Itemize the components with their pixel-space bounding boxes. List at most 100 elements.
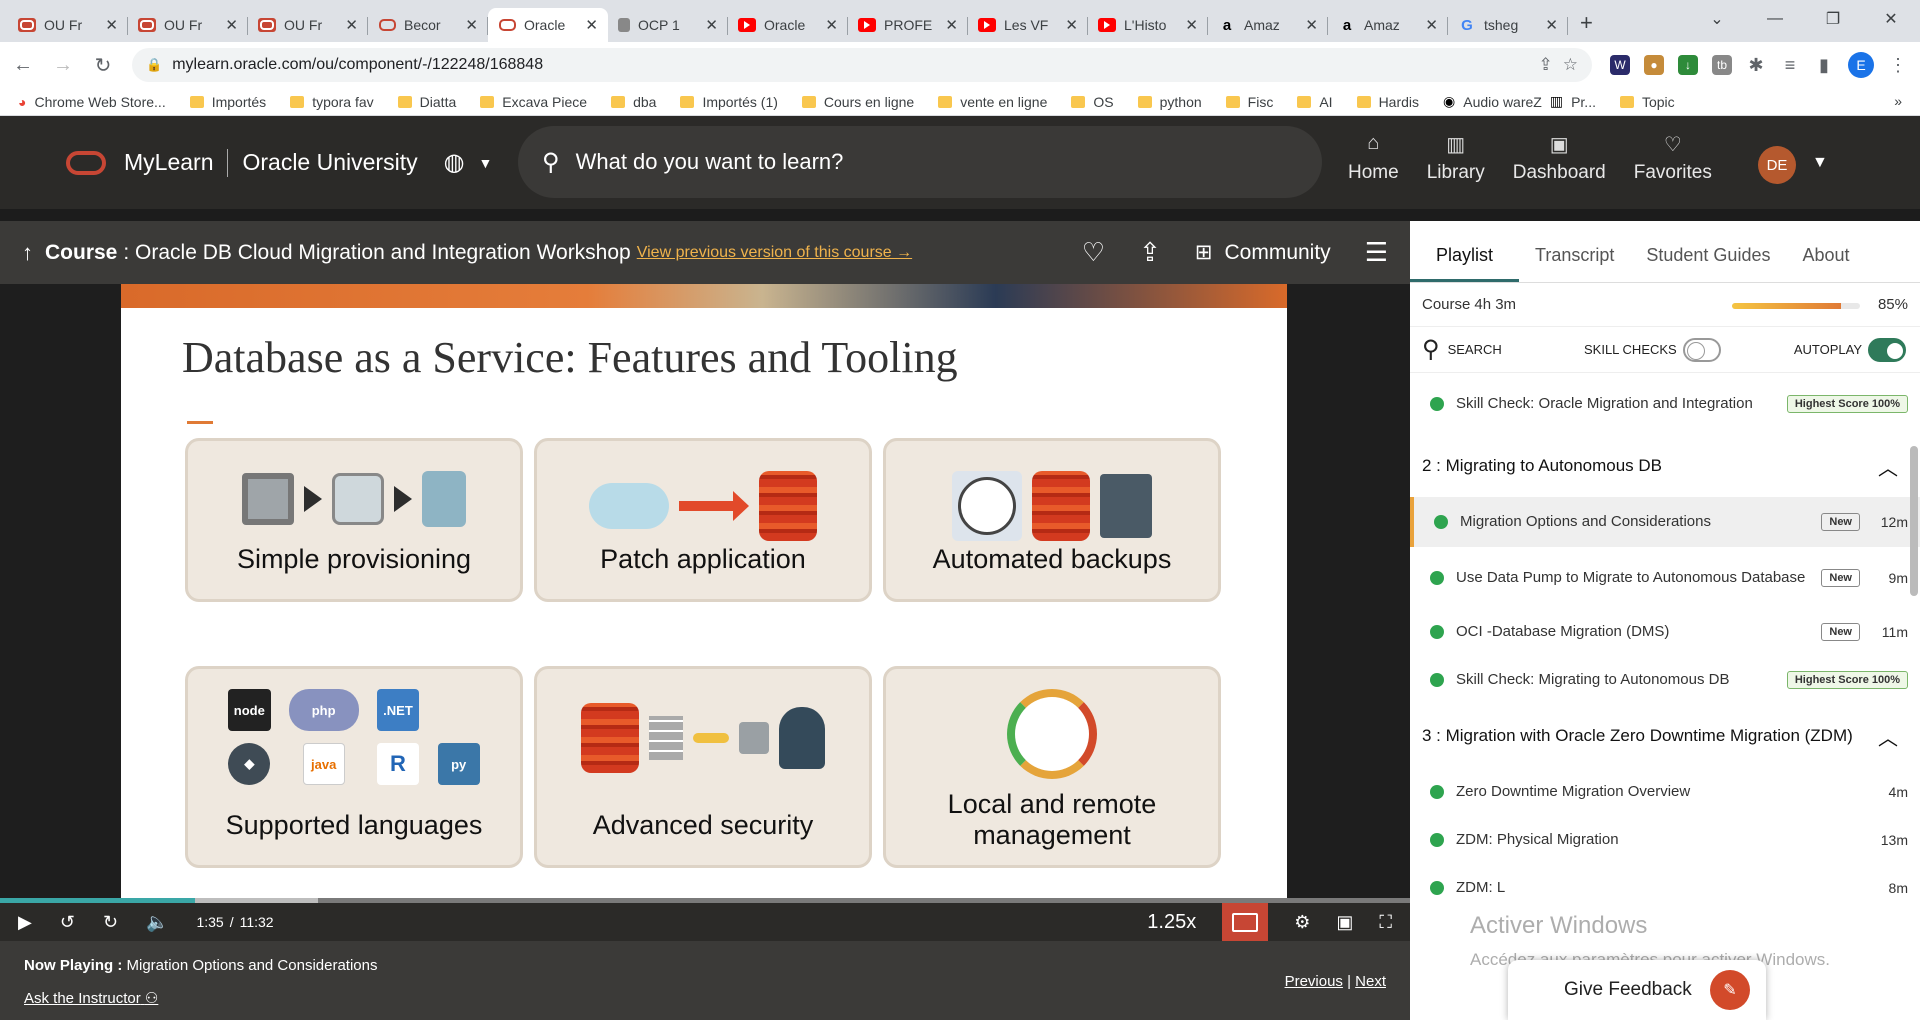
puzzle-icon[interactable]: ✱ <box>1746 55 1766 75</box>
tb-extension-icon[interactable]: tb <box>1712 55 1732 75</box>
playlist-item[interactable]: Zero Downtime Migration Overview 4m <box>1410 767 1920 817</box>
ask-instructor-link[interactable]: Ask the Instructor ⚇ <box>24 989 158 1007</box>
search-icon[interactable]: ⚲ <box>1422 335 1440 364</box>
browser-tab[interactable]: PROFE ✕ <box>848 8 968 42</box>
menu-kebab-icon[interactable]: ⋮ <box>1888 55 1908 75</box>
close-tab-icon[interactable]: ✕ <box>225 16 238 34</box>
browser-tab[interactable]: Oracle ✕ <box>488 8 608 42</box>
bookmark-item[interactable]: Excava Piece <box>480 93 587 110</box>
playlist-item[interactable]: ZDM: Physical Migration 13m <box>1410 817 1920 863</box>
close-tab-icon[interactable]: ✕ <box>585 16 598 34</box>
search-input[interactable]: ⚲ What do you want to learn? <box>518 126 1322 198</box>
browser-tab[interactable]: OU Fr ✕ <box>248 8 368 42</box>
autoplay-toggle[interactable]: AUTOPLAY <box>1794 337 1906 362</box>
close-window-button[interactable]: ✕ <box>1862 9 1920 29</box>
skill-checks-toggle[interactable]: SKILL CHECKS <box>1584 337 1721 362</box>
more-bookmarks-icon[interactable]: » <box>1894 93 1902 109</box>
bookmark-star-icon[interactable]: ☆ <box>1563 55 1578 75</box>
bookmark-item[interactable]: Hardis <box>1356 93 1419 110</box>
close-tab-icon[interactable]: ✕ <box>825 16 838 34</box>
bookmark-item[interactable]: Importés (1) <box>680 93 778 110</box>
playlist-toggle-icon[interactable]: ☰ <box>1365 237 1388 268</box>
close-tab-icon[interactable]: ✕ <box>345 16 358 34</box>
rewind-10-icon[interactable]: ↺ <box>60 912 75 933</box>
settings-gear-icon[interactable]: ⚙ <box>1294 912 1310 933</box>
globe-icon[interactable]: ◍ <box>444 148 465 177</box>
bookmark-item[interactable]: vente en ligne <box>938 93 1047 110</box>
extension-icon[interactable]: W <box>1610 55 1630 75</box>
close-tab-icon[interactable]: ✕ <box>1305 16 1318 34</box>
playlist-item[interactable]: Migration Options and Considerations New 1… <box>1410 497 1920 547</box>
browser-tab[interactable]: OU Fr ✕ <box>8 8 128 42</box>
side-panel-icon[interactable]: ▮ <box>1814 55 1834 75</box>
nav-favorites[interactable]: ♡ Favorites <box>1620 132 1726 184</box>
playlist-item[interactable]: OCI -Database Migration (DMS) New 11m <box>1410 609 1920 655</box>
community-button[interactable]: ⊞ Community <box>1195 240 1331 265</box>
browser-tab[interactable]: OCP 1 ✕ <box>608 8 728 42</box>
oracle-logo-icon[interactable] <box>66 150 106 175</box>
browser-tab[interactable]: a Amaz ✕ <box>1208 8 1328 42</box>
restore-button[interactable]: ❐ <box>1804 9 1862 29</box>
bookmark-item[interactable]: ◉ Audio wareZ <box>1443 93 1542 110</box>
share-icon[interactable]: ⇪ <box>1139 237 1161 268</box>
close-tab-icon[interactable]: ✕ <box>105 16 118 34</box>
forward-10-icon[interactable]: ↻ <box>103 912 118 933</box>
autoplay-switch[interactable] <box>1868 337 1906 362</box>
playlist-section[interactable]: 3 : Migration with Oracle Zero Downtime … <box>1410 705 1920 767</box>
bookmark-item[interactable]: typora fav <box>290 93 374 110</box>
close-tab-icon[interactable]: ✕ <box>705 16 718 34</box>
bookmark-item[interactable]: dba <box>611 93 656 110</box>
playlist-item[interactable]: Skill Check: Oracle Migration and Integr… <box>1410 373 1920 435</box>
brand[interactable]: MyLearn Oracle University <box>124 148 418 177</box>
new-tab-button[interactable]: + <box>1568 10 1605 42</box>
close-tab-icon[interactable]: ✕ <box>1185 16 1198 34</box>
share-icon[interactable]: ⇪ <box>1539 55 1553 75</box>
nav-dashboard[interactable]: ▣ Dashboard <box>1499 132 1620 184</box>
bookmark-item[interactable]: Topic <box>1619 93 1675 110</box>
browser-tab[interactable]: Les VF ✕ <box>968 8 1088 42</box>
omnibox[interactable]: 🔒 mylearn.oracle.com/ou/component/-/1222… <box>132 48 1592 82</box>
chevron-up-icon[interactable]: ︿ <box>1878 452 1898 481</box>
bookmark-item[interactable]: ▥ Pr... <box>1550 93 1596 110</box>
browser-tab[interactable]: Oracle ✕ <box>728 8 848 42</box>
playback-speed-button[interactable]: 1.25x <box>1147 911 1196 934</box>
panel-scrollbar[interactable] <box>1910 446 1918 596</box>
nav-library[interactable]: ▥ Library <box>1413 132 1499 184</box>
play-icon[interactable]: ▶ <box>18 912 32 933</box>
bookmark-item[interactable]: Importés <box>189 93 266 110</box>
bookmark-item[interactable]: python <box>1137 93 1202 110</box>
tab-transcript[interactable]: Transcript <box>1519 245 1630 282</box>
tab-about[interactable]: About <box>1786 245 1865 282</box>
favorite-heart-icon[interactable]: ♡ <box>1082 237 1105 268</box>
bookmark-item[interactable]: AI <box>1297 93 1333 110</box>
previous-version-link[interactable]: View previous version of this course → <box>637 244 912 262</box>
volume-icon[interactable]: 🔈 <box>146 912 168 933</box>
captions-icon[interactable] <box>1222 903 1269 941</box>
chevron-up-icon[interactable]: ︿ <box>1878 722 1898 751</box>
forward-icon[interactable]: → <box>52 54 74 77</box>
url-text[interactable]: mylearn.oracle.com/ou/component/-/122248… <box>172 56 1528 74</box>
skill-checks-switch[interactable] <box>1682 337 1721 362</box>
bookmark-item[interactable]: Diatta <box>397 93 456 110</box>
close-tab-icon[interactable]: ✕ <box>1545 16 1558 34</box>
cookie-extension-icon[interactable]: ● <box>1644 55 1664 75</box>
close-tab-icon[interactable]: ✕ <box>465 16 478 34</box>
download-extension-icon[interactable]: ↓ <box>1678 55 1698 75</box>
browser-tab[interactable]: Becor ✕ <box>368 8 488 42</box>
browser-tab[interactable]: Gtsheg ✕ <box>1448 8 1568 42</box>
media-icon[interactable]: ≡ <box>1780 55 1800 75</box>
tab-student-guides[interactable]: Student Guides <box>1630 245 1786 282</box>
bookmark-item[interactable]: Cours en ligne <box>801 93 914 110</box>
previous-link[interactable]: Previous <box>1285 973 1343 990</box>
fullscreen-icon[interactable]: ⛶ <box>1379 912 1392 933</box>
language-caret-icon[interactable]: ▼ <box>479 155 493 171</box>
tab-playlist[interactable]: Playlist <box>1410 245 1520 282</box>
close-tab-icon[interactable]: ✕ <box>1065 16 1078 34</box>
playlist-section[interactable]: 2 : Migrating to Autonomous DB ︿ <box>1410 435 1920 497</box>
close-tab-icon[interactable]: ✕ <box>1425 16 1438 34</box>
bookmark-item[interactable]: Fisc <box>1225 93 1273 110</box>
next-link[interactable]: Next <box>1355 973 1386 990</box>
playlist-item[interactable]: ZDM: L 8m <box>1410 863 1920 913</box>
picture-in-picture-icon[interactable]: ▣ <box>1336 912 1353 933</box>
bookmark-item[interactable]: OS <box>1071 93 1114 110</box>
